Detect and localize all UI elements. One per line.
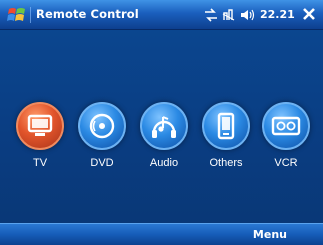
menu-button[interactable]: Menu: [253, 228, 287, 241]
volume-icon[interactable]: [240, 8, 256, 22]
device-others[interactable]: Others: [200, 102, 252, 174]
device-label: Others: [209, 157, 243, 169]
device-panel: TV DVD Audio Others VCR: [0, 30, 323, 223]
close-icon: [303, 8, 315, 20]
clock[interactable]: 22.21: [260, 8, 295, 21]
device-vcr[interactable]: VCR: [260, 102, 312, 174]
device-audio[interactable]: Audio: [138, 102, 190, 174]
device-label: TV: [32, 157, 48, 169]
signal-icon[interactable]: [222, 8, 236, 22]
disc-icon: [78, 102, 126, 150]
window-title: Remote Control: [36, 7, 139, 21]
vcr-icon: [262, 102, 310, 150]
device-label: VCR: [274, 157, 298, 169]
title-separator: [30, 7, 31, 23]
device-label: Audio: [149, 157, 179, 169]
start-menu-icon[interactable]: [7, 6, 27, 24]
device-icon: [202, 102, 250, 150]
title-bar: Remote Control 22.21: [0, 0, 323, 30]
device-tv[interactable]: TV: [14, 102, 66, 174]
tv-icon: [16, 102, 64, 150]
connectivity-icon[interactable]: [204, 8, 218, 22]
music-note-icon: [140, 102, 188, 150]
device-dvd[interactable]: DVD: [76, 102, 128, 174]
device-label: DVD: [90, 157, 114, 169]
close-button[interactable]: [301, 7, 317, 23]
menu-bar: Menu: [0, 223, 323, 245]
